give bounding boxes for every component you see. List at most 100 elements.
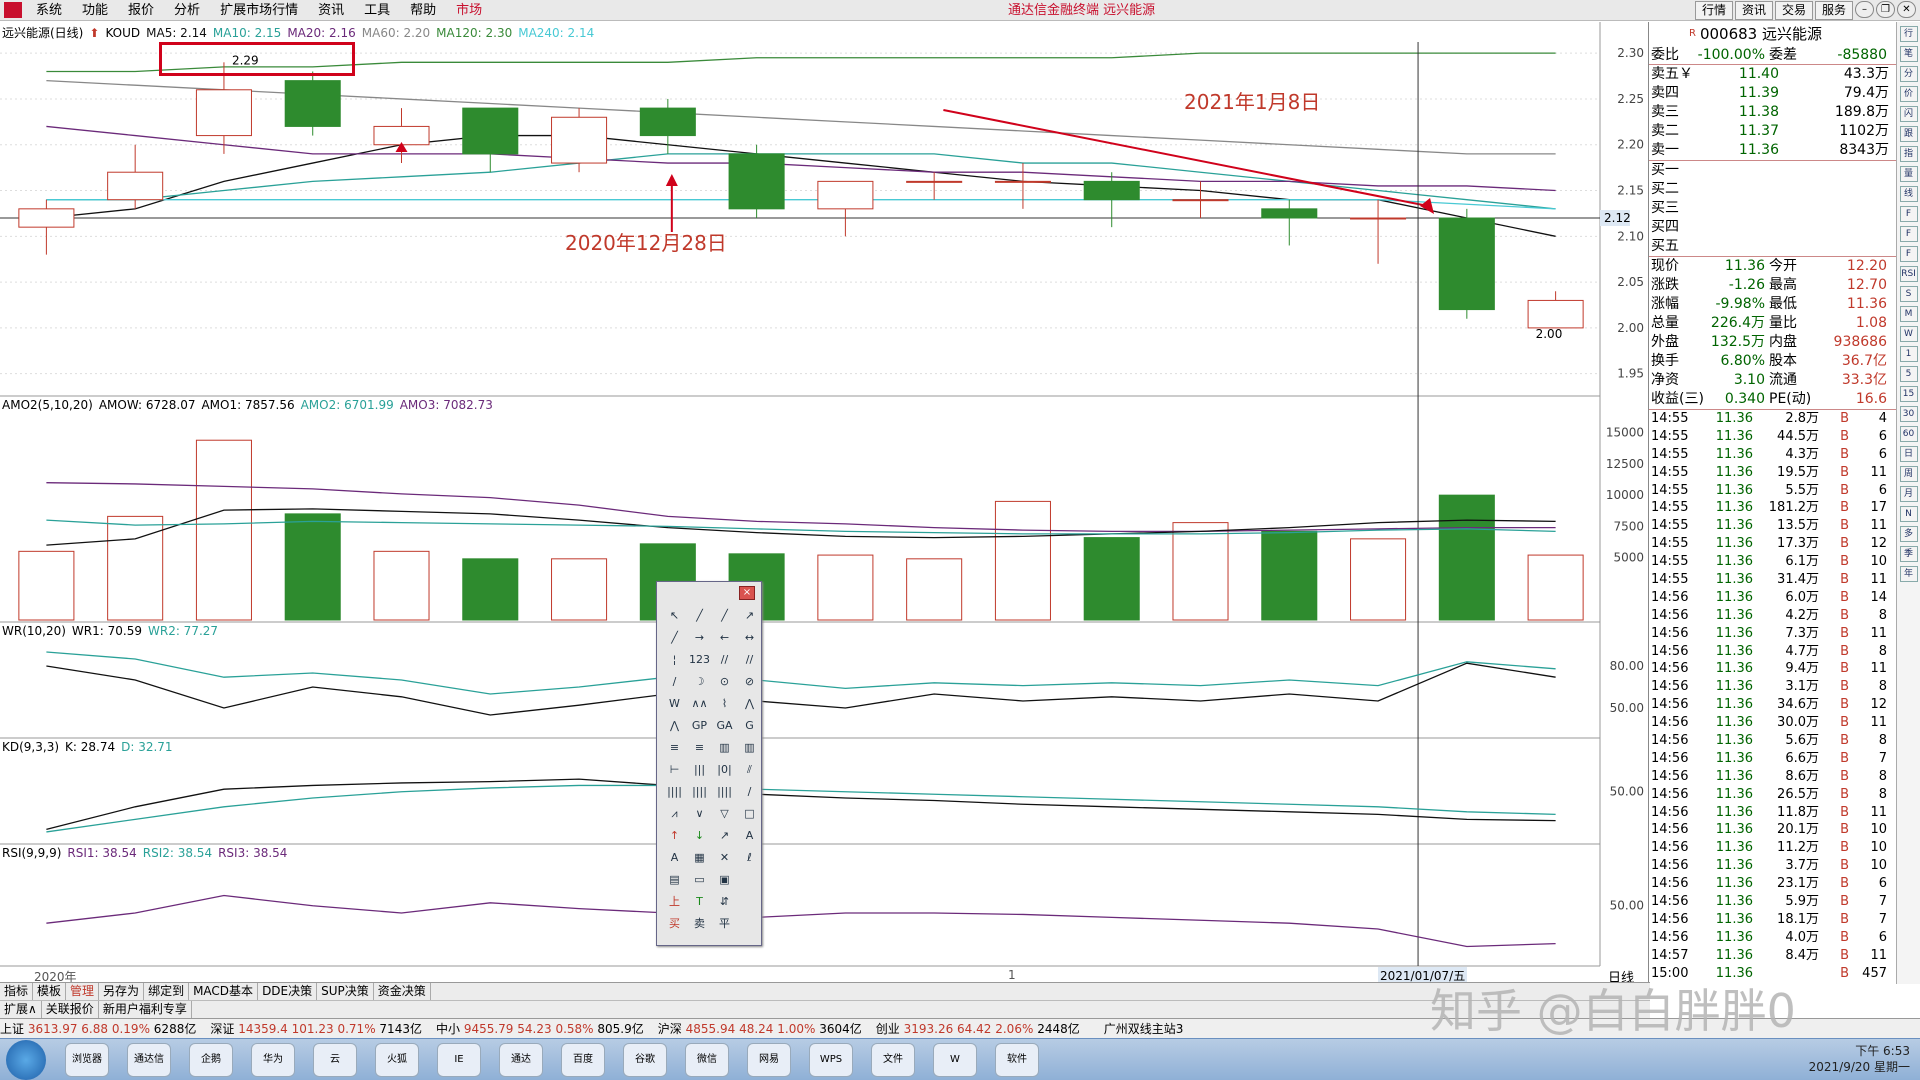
tab-indicator[interactable]: 绑定到 xyxy=(144,983,190,1000)
draw-tool-icon[interactable]: ↗ xyxy=(713,826,736,846)
sidebar-tool-icon[interactable]: 年 xyxy=(1899,566,1918,582)
tab-indicator[interactable]: 另存为 xyxy=(99,983,145,1000)
sell-row[interactable]: 卖五￥ 11.40 43.3万 xyxy=(1649,65,1896,84)
sidebar-tool-icon[interactable]: F xyxy=(1899,206,1918,222)
draw-tool-icon[interactable]: ⋀ xyxy=(663,716,686,736)
service-button[interactable]: 服务 xyxy=(1814,1,1853,20)
draw-tool-icon[interactable]: 123 xyxy=(688,650,711,670)
tab-indicator[interactable]: DDE决策 xyxy=(258,983,318,1000)
sidebar-tool-icon[interactable]: 分 xyxy=(1899,66,1918,82)
taskbar-app-icon[interactable]: 通达信 xyxy=(127,1042,171,1077)
draw-tool-icon[interactable]: 买 xyxy=(663,914,686,934)
draw-tool-icon[interactable]: ▥ xyxy=(713,738,736,758)
draw-tool-icon[interactable]: T xyxy=(688,892,711,912)
tab-indicator[interactable]: 指标 xyxy=(0,983,34,1000)
taskbar-app-icon[interactable]: 微信 xyxy=(685,1042,729,1077)
sell-row[interactable]: 卖一 11.36 8343万 xyxy=(1649,141,1896,160)
news-button[interactable]: 资讯 xyxy=(1734,1,1773,20)
sidebar-tool-icon[interactable]: 月 xyxy=(1899,486,1918,502)
taskbar-app-icon[interactable]: 企鹅 xyxy=(189,1042,233,1077)
sidebar-tool-icon[interactable]: 跟 xyxy=(1899,126,1918,142)
menu-help[interactable]: 帮助 xyxy=(400,0,446,21)
draw-tool-icon[interactable]: ⋀ xyxy=(738,694,761,714)
draw-tool-icon[interactable] xyxy=(738,870,761,890)
toolbox-close-icon[interactable]: × xyxy=(739,586,755,600)
draw-tool-icon[interactable]: |||| xyxy=(688,782,711,802)
draw-tool-icon[interactable]: // xyxy=(713,650,736,670)
chart-area[interactable]: 2.30 2.25 2.20 2.15 2.10 2.05 2.00 1.95 2.12 2.29… xyxy=(0,22,1650,986)
chart-svg[interactable]: 2.302.252.202.152.102.052.001.952.122.29… xyxy=(0,22,1650,982)
sidebar-tool-icon[interactable]: 指 xyxy=(1899,146,1918,162)
taskbar-app-icon[interactable]: 文件 xyxy=(871,1042,915,1077)
draw-tool-icon[interactable]: ↗ xyxy=(738,606,761,626)
draw-tool-icon[interactable]: ╱ xyxy=(688,606,711,626)
sidebar-tool-icon[interactable]: N xyxy=(1899,506,1918,522)
taskbar-app-icon[interactable]: 通达 xyxy=(499,1042,543,1077)
sidebar-tool-icon[interactable]: 季 xyxy=(1899,546,1918,562)
taskbar-app-icon[interactable]: 华为 xyxy=(251,1042,295,1077)
menu-function[interactable]: 功能 xyxy=(72,0,118,21)
draw-tool-icon[interactable]: □ xyxy=(738,804,761,824)
draw-tool-icon[interactable]: GP xyxy=(688,716,711,736)
index-quote[interactable]: 沪深 4855.94 48.24 1.00% 3604亿 xyxy=(658,1020,862,1037)
draw-tool-icon[interactable]: ≡ xyxy=(663,738,686,758)
draw-tool-icon[interactable]: ⌇ xyxy=(713,694,736,714)
sell-row[interactable]: 卖四 11.39 79.4万 xyxy=(1649,84,1896,103)
draw-tool-icon[interactable]: → xyxy=(688,628,711,648)
draw-tool-icon[interactable]: 上 xyxy=(663,892,686,912)
taskbar-app-icon[interactable]: 软件 xyxy=(995,1042,1039,1077)
draw-tool-icon[interactable]: ∕ xyxy=(738,782,761,802)
draw-tool-icon[interactable]: ▥ xyxy=(738,738,761,758)
sell-row[interactable]: 卖二 11.37 1102万 xyxy=(1649,122,1896,141)
sidebar-tool-icon[interactable]: 60 xyxy=(1899,426,1918,442)
sidebar-tool-icon[interactable]: S xyxy=(1899,286,1918,302)
server-label[interactable]: 广州双线主站3 xyxy=(1104,1020,1184,1037)
draw-tool-icon[interactable]: ▦ xyxy=(688,848,711,868)
draw-tool-icon[interactable]: ✕ xyxy=(713,848,736,868)
sidebar-tool-icon[interactable]: RSI xyxy=(1899,266,1918,282)
tab-indicator[interactable]: SUP决策 xyxy=(317,983,374,1000)
menu-analysis[interactable]: 分析 xyxy=(164,0,210,21)
draw-tool-icon[interactable]: G xyxy=(738,716,761,736)
sidebar-tool-icon[interactable]: 周 xyxy=(1899,466,1918,482)
draw-tool-icon[interactable] xyxy=(738,892,761,912)
draw-tool-icon[interactable]: |||| xyxy=(713,782,736,802)
tab-indicator[interactable]: 模板 xyxy=(33,983,67,1000)
draw-tool-icon[interactable]: ╱ xyxy=(713,606,736,626)
taskbar-app-icon[interactable]: 网易 xyxy=(747,1042,791,1077)
menu-tools[interactable]: 工具 xyxy=(354,0,400,21)
sidebar-tool-icon[interactable]: 闪 xyxy=(1899,106,1918,122)
draw-tool-icon[interactable]: ⩘ xyxy=(663,804,686,824)
buy-row[interactable]: 买三 xyxy=(1649,199,1896,218)
taskbar-app-icon[interactable]: WPS xyxy=(809,1042,853,1077)
sidebar-tool-icon[interactable]: F xyxy=(1899,226,1918,242)
taskbar-app-icon[interactable]: 浏览器 xyxy=(65,1042,109,1077)
drawing-toolbox[interactable]: × ↖ ╱ ╱ ↗ ╱ → ← ↔ ¦ 123////∕ ☽ ⊙ ⊘ W ∧∧ ⌇ ⋀ ⋀ GP GA G ≡ ≡ ▥ ▥ ⊢ ||… xyxy=(656,581,762,946)
draw-tool-icon[interactable]: |||| xyxy=(663,782,686,802)
sidebar-tool-icon[interactable]: W xyxy=(1899,326,1918,342)
draw-tool-icon[interactable]: ∕ xyxy=(663,672,686,692)
sidebar-tool-icon[interactable]: M xyxy=(1899,306,1918,322)
tab-extension[interactable]: 扩展∧ xyxy=(0,1001,42,1018)
index-quote[interactable]: 上证 3613.97 6.88 0.19% 6288亿 xyxy=(0,1020,196,1037)
buy-row[interactable]: 买四 xyxy=(1649,218,1896,237)
draw-tool-icon[interactable]: ← xyxy=(713,628,736,648)
draw-tool-icon[interactable]: 平 xyxy=(713,914,736,934)
draw-tool-icon[interactable]: ℓ xyxy=(738,848,761,868)
taskbar-app-icon[interactable]: 谷歌 xyxy=(623,1042,667,1077)
draw-tool-icon[interactable]: ≡ xyxy=(688,738,711,758)
tab-indicator[interactable]: 资金决策 xyxy=(374,983,431,1000)
sidebar-tool-icon[interactable]: 5 xyxy=(1899,366,1918,382)
index-quote[interactable]: 创业 3193.26 64.42 2.06% 2448亿 xyxy=(876,1020,1080,1037)
draw-tool-icon[interactable]: ⫽ xyxy=(738,760,761,780)
sidebar-tool-icon[interactable]: 1 xyxy=(1899,346,1918,362)
menu-quote[interactable]: 报价 xyxy=(118,0,164,21)
close-icon[interactable]: ✕ xyxy=(1897,1,1916,18)
taskbar-app-icon[interactable]: 百度 xyxy=(561,1042,605,1077)
draw-tool-icon[interactable]: ⊙ xyxy=(713,672,736,692)
draw-tool-icon[interactable]: A xyxy=(663,848,686,868)
draw-tool-icon[interactable]: ∧∧ xyxy=(688,694,711,714)
draw-tool-icon[interactable]: ☽ xyxy=(688,672,711,692)
draw-tool-icon[interactable]: ∨ xyxy=(688,804,711,824)
restore-icon[interactable]: ❐ xyxy=(1876,1,1895,18)
